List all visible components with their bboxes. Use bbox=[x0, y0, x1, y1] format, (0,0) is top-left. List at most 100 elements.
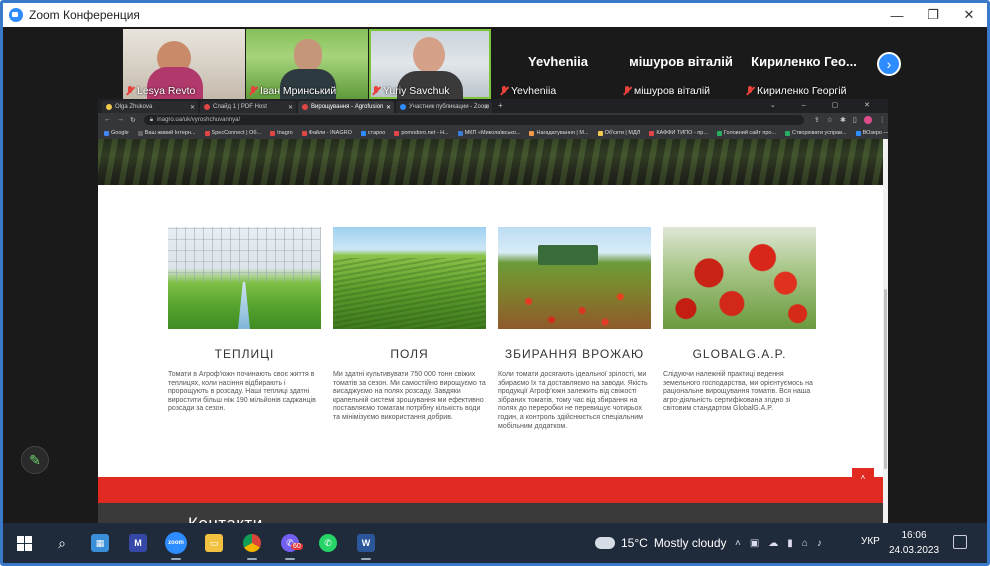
sidebar-icon[interactable]: ▯ bbox=[853, 116, 857, 124]
zoom-logo-icon bbox=[9, 8, 23, 22]
card-text: Слідуючи належній практиці ведення земел… bbox=[663, 371, 813, 413]
lock-icon: 🔒︎ bbox=[149, 116, 154, 123]
tomato-image bbox=[663, 227, 816, 329]
star-icon[interactable]: ☆ bbox=[827, 116, 833, 124]
bookmark-item[interactable]: Нагадатування | М... bbox=[529, 130, 589, 136]
close-tab-icon[interactable]: ✕ bbox=[386, 104, 391, 111]
video-tile[interactable]: Yevheniia Yevheniia bbox=[497, 29, 619, 99]
search-button[interactable]: ⌕ bbox=[43, 523, 81, 563]
chrome-icon bbox=[243, 534, 261, 552]
participant-label: мішуров віталій bbox=[623, 85, 710, 97]
bookmark-favicon-icon bbox=[137, 130, 143, 136]
browser-tab[interactable]: Участник публикации - Zoom ✕ bbox=[396, 101, 492, 113]
reload-icon[interactable]: ↻ bbox=[130, 116, 136, 124]
browser-tab[interactable]: Слайд 1 | PDF Host ✕ bbox=[200, 101, 296, 113]
menu-icon[interactable]: ⋮ bbox=[879, 116, 886, 124]
bookmark-favicon-icon bbox=[394, 130, 400, 136]
taskbar-viber[interactable]: ✆ 60 bbox=[271, 523, 309, 563]
annotate-button[interactable]: ✎ bbox=[21, 446, 49, 474]
temperature: 15°C bbox=[621, 536, 648, 550]
next-page-button[interactable]: › bbox=[877, 52, 901, 76]
chevron-right-icon: › bbox=[886, 56, 892, 72]
pencil-icon: ✎ bbox=[29, 451, 41, 468]
bookmark-item[interactable]: SpecConnect | Об... bbox=[204, 130, 261, 136]
taskbar-store[interactable]: ▦ bbox=[81, 523, 119, 563]
card-title: ТЕПЛИЦІ bbox=[214, 347, 275, 361]
bookmark-item[interactable]: pomodoro.net - Н... bbox=[394, 130, 449, 136]
browser-tab-active[interactable]: Вирощування - Agrofusion ✕ bbox=[298, 101, 394, 113]
cloud-icon bbox=[595, 531, 615, 549]
browser-window: Olga Zhukova ✕ Слайд 1 | PDF Host ✕ Вирощу… bbox=[98, 99, 888, 529]
card-greenhouse: ТЕПЛИЦІ Томати в Агроф'южн починають сво… bbox=[168, 227, 321, 414]
taskbar-app[interactable]: M bbox=[119, 523, 157, 563]
tab-favicon-icon bbox=[400, 104, 406, 110]
scroll-top-button[interactable]: ˄ bbox=[852, 468, 874, 486]
browser-tab[interactable]: Olga Zhukova ✕ bbox=[102, 101, 198, 113]
forward-icon[interactable]: → bbox=[117, 116, 124, 124]
harvest-image bbox=[498, 227, 651, 329]
language-indicator[interactable]: УКР bbox=[861, 536, 880, 547]
close-tab-icon[interactable]: ✕ bbox=[190, 104, 195, 111]
bookmark-item[interactable]: КАФФИ ТИПО - пр... bbox=[649, 130, 708, 136]
close-tab-icon[interactable]: ✕ bbox=[288, 104, 293, 111]
video-tile[interactable]: Іван Мринський bbox=[246, 29, 368, 99]
bookmark-item[interactable]: Головний сайт про... bbox=[716, 130, 776, 136]
taskbar-explorer[interactable]: ▭ bbox=[195, 523, 233, 563]
video-strip: Lesya Revto Іван Мринський Yuriy Savchuk… bbox=[3, 27, 987, 99]
onedrive-icon[interactable]: ☁ bbox=[768, 538, 778, 549]
meet-now-icon[interactable]: ▣ bbox=[750, 538, 759, 549]
search-icon: ⌕ bbox=[58, 534, 66, 551]
notifications-icon[interactable] bbox=[953, 535, 967, 549]
zoom-icon: zoom bbox=[165, 532, 187, 554]
bookmark-item[interactable]: Ваш живий Інтерн... bbox=[137, 130, 196, 136]
taskbar-chrome[interactable] bbox=[233, 523, 271, 563]
video-tile[interactable]: мішуров віталій мішуров віталій bbox=[620, 29, 742, 99]
video-tile-active[interactable]: Yuriy Savchuk bbox=[369, 29, 491, 99]
video-tile[interactable]: Lesya Revto bbox=[123, 29, 245, 99]
bookmark-favicon-icon bbox=[785, 130, 791, 136]
new-tab-button[interactable]: + bbox=[498, 101, 503, 110]
screen-frame: Zoom Конференция — ❐ ✕ Lesya Revto Іван … bbox=[0, 0, 990, 566]
bookmark-item[interactable]: МКП «Миколаївсько... bbox=[457, 130, 520, 136]
browser-window-controls[interactable]: ⌄ – ▢ ✕ bbox=[770, 101, 882, 109]
share-icon[interactable]: ⇪ bbox=[814, 116, 820, 124]
bookmark-item[interactable]: Об'єкти | МДЛ bbox=[597, 130, 640, 136]
bookmark-item[interactable]: Створювати усправ... bbox=[785, 130, 847, 136]
bookmark-favicon-icon bbox=[360, 130, 366, 136]
bookmark-item[interactable]: Google bbox=[104, 130, 129, 136]
close-button[interactable]: ✕ bbox=[951, 3, 987, 27]
mic-muted-icon bbox=[372, 86, 380, 96]
start-button[interactable] bbox=[5, 523, 43, 563]
address-bar[interactable]: 🔒︎ inagro.ua/uk/vyroshchuvannya/ bbox=[143, 115, 804, 125]
taskbar-word[interactable]: W bbox=[347, 523, 385, 563]
tab-favicon-icon bbox=[302, 104, 308, 110]
card-text: Ми здатні культивувати 750 000 тонн свіж… bbox=[333, 371, 486, 421]
clock[interactable]: 16:06 24.03.2023 bbox=[887, 528, 941, 558]
weather-widget[interactable]: 15°C Mostly cloudy bbox=[595, 523, 727, 563]
profile-avatar-icon[interactable] bbox=[863, 116, 872, 124]
chevron-up-icon[interactable]: ˄ bbox=[735, 538, 741, 549]
bookmark-favicon-icon bbox=[529, 130, 535, 136]
bookmark-item[interactable]: Inagro bbox=[270, 130, 293, 136]
bookmark-item[interactable]: ВОзеро — LatiEurd... bbox=[855, 130, 888, 136]
extensions-icon[interactable]: ✱ bbox=[840, 116, 846, 124]
video-tile[interactable]: Кириленко Гео... Кириленко Георгій bbox=[743, 29, 865, 99]
bookmark-item[interactable]: Файли - INAGRO bbox=[301, 130, 352, 136]
network-icon[interactable]: ⌂ bbox=[802, 538, 808, 549]
taskbar-whatsapp[interactable]: ✆ bbox=[309, 523, 347, 563]
battery-icon[interactable]: ▮ bbox=[787, 538, 793, 549]
back-icon[interactable]: ← bbox=[104, 116, 111, 124]
address-row: ← → ↻ 🔒︎ inagro.ua/uk/vyroshchuvannya/ ⇪… bbox=[98, 113, 888, 127]
page-scrollbar[interactable] bbox=[883, 139, 888, 529]
restore-button[interactable]: ❐ bbox=[915, 3, 951, 27]
bookmark-favicon-icon bbox=[104, 130, 109, 136]
volume-icon[interactable]: ♪ bbox=[817, 538, 822, 549]
taskbar-zoom[interactable]: zoom bbox=[157, 523, 195, 563]
participant-display-name: Yevheniia bbox=[528, 54, 588, 69]
card-title: ЗБИРАННЯ ВРОЖАЮ bbox=[504, 347, 645, 361]
minimize-button[interactable]: — bbox=[879, 3, 915, 27]
close-tab-icon[interactable]: ✕ bbox=[484, 104, 489, 111]
bookmark-item[interactable]: староо bbox=[360, 130, 385, 136]
scrollbar-thumb[interactable] bbox=[884, 289, 887, 469]
card-text: Томати в Агроф'южн починають своє життя … bbox=[168, 371, 316, 413]
